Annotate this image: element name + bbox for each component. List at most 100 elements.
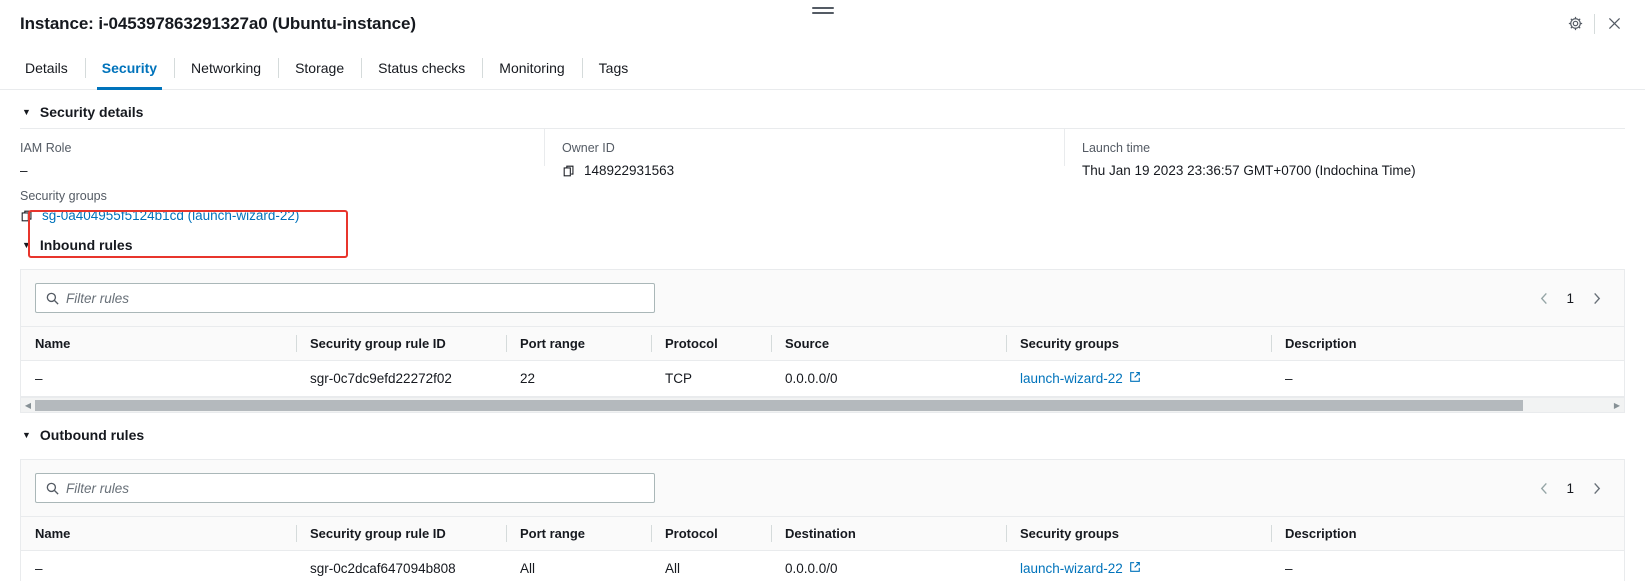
- outbound-filter-wrapper[interactable]: [35, 473, 655, 503]
- caret-down-icon: ▼: [22, 106, 31, 117]
- column-header-port-range[interactable]: Port range: [506, 516, 651, 551]
- cell-source: 0.0.0.0/0: [771, 360, 1006, 397]
- scrollbar-thumb[interactable]: [35, 399, 1524, 411]
- page-title: Instance: i-045397863291327a0 (Ubuntu-in…: [20, 13, 416, 33]
- owner-id-value-row: 148922931563: [562, 161, 1064, 180]
- close-icon[interactable]: [1597, 9, 1631, 39]
- chevron-right-icon[interactable]: [1588, 288, 1604, 308]
- inbound-rules-card: 1 Name Security group rule ID Port range…: [20, 269, 1625, 413]
- scroll-right-arrow-icon[interactable]: ▶: [1610, 401, 1624, 410]
- inbound-filter-input[interactable]: [36, 290, 654, 306]
- scrollbar-track[interactable]: [35, 399, 1610, 411]
- tab-networking[interactable]: Networking: [174, 47, 278, 89]
- column-header-security-groups[interactable]: Security groups: [1006, 326, 1271, 361]
- table-header-row: Name Security group rule ID Port range P…: [21, 516, 1624, 551]
- security-details-heading: Security details: [39, 104, 144, 120]
- tab-label: Status checks: [378, 60, 466, 76]
- inbound-rules-section-toggle[interactable]: ▼ Inbound rules: [0, 223, 1645, 261]
- chevron-left-icon[interactable]: [1536, 478, 1552, 498]
- tab-status-checks[interactable]: Status checks: [361, 47, 482, 89]
- launch-time-label: Launch time: [1082, 141, 1151, 155]
- security-details-section-toggle[interactable]: ▼ Security details: [0, 90, 1645, 128]
- search-icon: [45, 481, 60, 501]
- chevron-left-icon[interactable]: [1536, 288, 1552, 308]
- launch-time-field: Launch time Thu Jan 19 2023 23:36:57 GMT…: [1064, 129, 1625, 180]
- caret-down-icon: ▼: [22, 429, 31, 440]
- external-link-icon[interactable]: [1129, 561, 1141, 576]
- tab-bar: Details Security Networking Storage Stat…: [0, 47, 1645, 90]
- inbound-page-number[interactable]: 1: [1566, 291, 1574, 306]
- cell-name: –: [21, 360, 296, 397]
- inbound-pagination: 1: [1536, 288, 1610, 308]
- outbound-rules-toolbar: 1: [21, 460, 1624, 516]
- outbound-rules-heading: Outbound rules: [39, 427, 145, 443]
- instance-detail-panel: Instance: i-045397863291327a0 (Ubuntu-in…: [0, 0, 1645, 581]
- table-header-row: Name Security group rule ID Port range P…: [21, 326, 1624, 361]
- column-header-port-range[interactable]: Port range: [506, 326, 651, 361]
- column-header-source[interactable]: Source: [771, 326, 1006, 361]
- cell-security-groups: launch-wizard-22: [1006, 550, 1271, 581]
- cell-name: –: [21, 550, 296, 581]
- outbound-filter-input[interactable]: [36, 480, 654, 496]
- search-icon: [45, 291, 60, 311]
- outbound-rules-section-toggle[interactable]: ▼ Outbound rules: [0, 413, 1645, 451]
- tab-security[interactable]: Security: [84, 47, 174, 90]
- cell-description: –: [1271, 360, 1624, 397]
- tab-label: Monitoring: [499, 60, 565, 76]
- cell-protocol: TCP: [651, 360, 771, 397]
- column-header-security-groups[interactable]: Security groups: [1006, 516, 1271, 551]
- tab-label: Networking: [191, 60, 262, 76]
- inbound-horizontal-scrollbar[interactable]: ◀ ▶: [21, 397, 1624, 412]
- tab-storage[interactable]: Storage: [278, 47, 361, 89]
- column-header-description[interactable]: Description: [1271, 516, 1624, 551]
- cell-rule-id: sgr-0c7dc9efd22272f02: [296, 360, 506, 397]
- inbound-filter-wrapper[interactable]: [35, 283, 655, 313]
- copy-icon[interactable]: [20, 209, 34, 223]
- gear-icon[interactable]: [1558, 9, 1592, 39]
- outbound-page-number[interactable]: 1: [1566, 481, 1574, 496]
- column-header-description[interactable]: Description: [1271, 326, 1624, 361]
- header-actions: [1558, 9, 1631, 39]
- outbound-rules-card: 1 Name Security group rule ID Port range…: [20, 459, 1625, 581]
- copy-icon[interactable]: [562, 164, 576, 178]
- cell-destination: 0.0.0.0/0: [771, 550, 1006, 581]
- owner-id-value: 148922931563: [584, 163, 675, 178]
- external-link-icon[interactable]: [1129, 371, 1141, 386]
- cell-rule-id: sgr-0c2dcaf647094b808: [296, 550, 506, 581]
- security-group-link[interactable]: launch-wizard-22: [1020, 371, 1123, 386]
- security-groups-field: Security groups sg-0a404955f5124b1cd (la…: [20, 180, 1625, 258]
- column-header-name[interactable]: Name: [21, 516, 296, 551]
- launch-time-value: Thu Jan 19 2023 23:36:57 GMT+0700 (Indoc…: [1082, 163, 1416, 178]
- column-header-protocol[interactable]: Protocol: [651, 516, 771, 551]
- security-group-link[interactable]: sg-0a404955f5124b1cd (launch-wizard-22): [42, 208, 299, 223]
- inbound-rules-table: Name Security group rule ID Port range P…: [21, 326, 1624, 397]
- tab-tags[interactable]: Tags: [581, 47, 646, 89]
- iam-role-value: –: [20, 163, 28, 178]
- chevron-right-icon[interactable]: [1588, 478, 1604, 498]
- header-divider: [1594, 13, 1595, 34]
- column-header-protocol[interactable]: Protocol: [651, 326, 771, 361]
- tab-label: Tags: [598, 60, 629, 76]
- column-header-destination[interactable]: Destination: [771, 516, 1006, 551]
- tab-monitoring[interactable]: Monitoring: [482, 47, 581, 89]
- outbound-rules-table: Name Security group rule ID Port range P…: [21, 516, 1624, 581]
- tab-details[interactable]: Details: [8, 47, 85, 89]
- cell-port-range: All: [506, 550, 651, 581]
- column-header-rule-id[interactable]: Security group rule ID: [296, 326, 506, 361]
- column-header-name[interactable]: Name: [21, 326, 296, 361]
- security-groups-value-row: sg-0a404955f5124b1cd (launch-wizard-22): [20, 208, 1625, 223]
- scroll-left-arrow-icon[interactable]: ◀: [21, 401, 35, 410]
- cell-protocol: All: [651, 550, 771, 581]
- table-row[interactable]: – sgr-0c7dc9efd22272f02 22 TCP 0.0.0.0/0…: [21, 360, 1624, 397]
- inbound-rules-toolbar: 1: [21, 270, 1624, 326]
- cell-security-groups: launch-wizard-22: [1006, 360, 1271, 397]
- iam-role-field: IAM Role –: [20, 129, 544, 180]
- caret-down-icon: ▼: [22, 239, 31, 250]
- table-row[interactable]: – sgr-0c2dcaf647094b808 All All 0.0.0.0/…: [21, 550, 1624, 581]
- tab-label: Security: [101, 60, 158, 76]
- security-groups-label: Security groups: [20, 189, 107, 203]
- owner-id-label: Owner ID: [562, 141, 615, 155]
- column-header-rule-id[interactable]: Security group rule ID: [296, 516, 506, 551]
- security-group-link[interactable]: launch-wizard-22: [1020, 561, 1123, 576]
- panel-header: Instance: i-045397863291327a0 (Ubuntu-in…: [0, 0, 1645, 47]
